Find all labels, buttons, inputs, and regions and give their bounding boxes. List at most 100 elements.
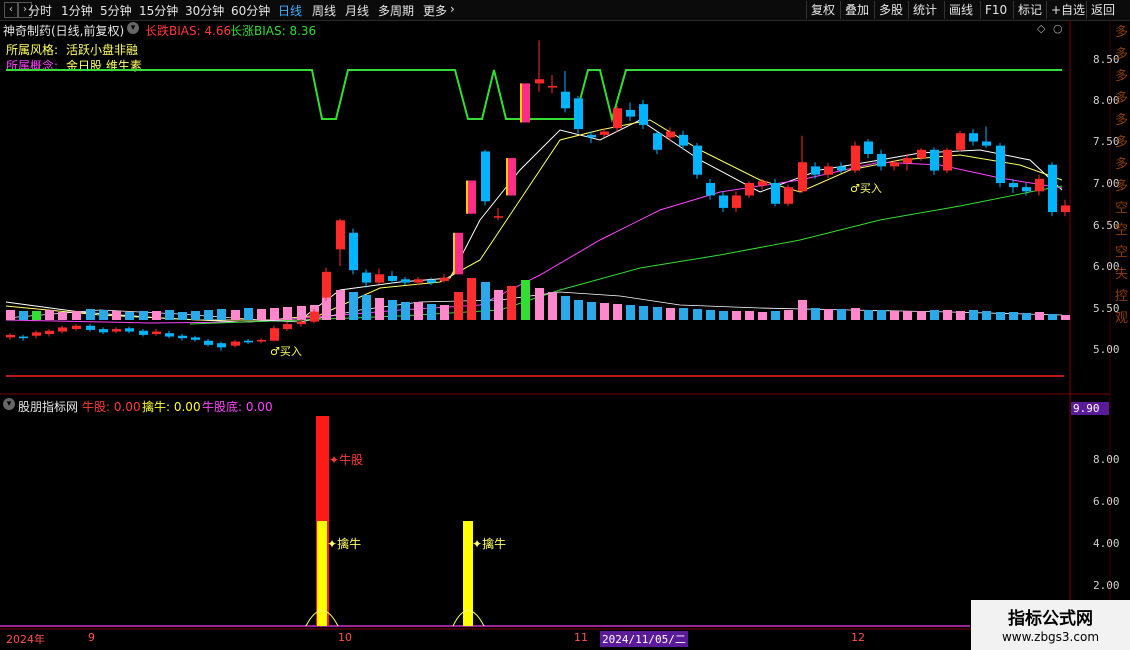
strip-char: 观 [1114,311,1128,326]
candle-body [693,145,702,175]
volume-bar [191,311,200,320]
volume-bar [152,311,161,320]
volume-bar [613,304,622,320]
volume-bar [454,292,463,320]
candle-body [1061,205,1070,213]
volume-bar [1061,315,1070,320]
limit-edge [453,232,455,275]
candle-body [349,232,358,271]
niu-tag: ✦牛股 [329,453,364,467]
volume-bar [375,298,384,320]
period-tab-fenshi[interactable]: 分时 [28,2,52,19]
volume-bar [639,306,648,320]
volume-bar [217,309,226,320]
volume-bar [1048,314,1057,320]
period-tab-5min[interactable]: 5分钟 [100,2,132,19]
more-chevron-icon[interactable]: › [450,2,455,16]
strip-char: 多 [1114,157,1128,172]
volume-bar [824,309,833,320]
volume-bar [877,310,886,320]
period-tab-1min[interactable]: 1分钟 [61,2,93,19]
candle-body [719,195,728,208]
volume-bar [864,310,873,320]
candle-body [1009,183,1018,188]
period-tab-daily[interactable]: 日线 [278,2,302,19]
volume-bar [930,310,939,320]
volume-bar [706,310,715,320]
period-tab-15min[interactable]: 15分钟 [139,2,178,19]
volume-bar [943,310,952,320]
moving-averages [5,119,1063,325]
f10-button[interactable]: F10 [980,1,1011,19]
cursor-value-badge: 9.90 [1071,402,1109,415]
candle-body [587,134,596,138]
volume-bar [45,310,54,320]
candle-body [771,183,780,204]
candle-body [574,98,583,130]
indicator-title[interactable]: 股朋指标网 [18,398,78,415]
candle-body [322,271,331,298]
volume-bar [178,312,187,320]
candle-body [19,336,28,339]
draw-line-button[interactable]: 画线 [944,1,977,19]
volume-bar [414,302,423,320]
volume-bar [521,280,530,320]
period-tab-more[interactable]: 更多 [423,2,447,19]
mark-button[interactable]: 标记 [1013,1,1046,19]
volume-bar [467,278,476,320]
statistics-button[interactable]: 统计 [908,1,941,19]
candle-body [732,195,741,208]
strip-char: 多 [1114,179,1128,194]
volume-bar [956,311,965,320]
candle-body [996,145,1005,183]
niu-value-label: 牛股: 0.00 [82,400,141,414]
period-tab-monthly[interactable]: 月线 [345,2,369,19]
kline-chart [0,20,1111,630]
candle-body [86,325,95,330]
volume-bar [679,308,688,320]
candle-body [758,181,767,186]
volume-bar [1009,312,1018,320]
candle-body [32,332,41,336]
volume-bar [86,309,95,320]
volume-bars [6,278,1070,320]
volume-bar [204,310,213,320]
volume-bar [297,306,306,320]
candle-body [837,166,846,171]
volume-bar [231,310,240,320]
period-tab-multi[interactable]: 多周期 [378,2,414,19]
candle-body [639,104,648,125]
period-tab-30min[interactable]: 30分钟 [185,2,224,19]
volume-bar [653,307,662,320]
volume-bar [362,295,371,320]
candle-body [125,328,134,332]
signal-step-line [6,69,1062,123]
candle-body [231,341,240,346]
buy-signal-2: ♂买入 [850,182,882,195]
candle-body [521,83,530,123]
volume-bar [19,311,28,320]
multi-stock-button[interactable]: 多股 [874,1,907,19]
return-button[interactable]: 返回 [1086,1,1119,19]
volume-bar [494,290,503,320]
candle-body [414,279,423,283]
volume-bar [890,311,899,320]
volume-bar [561,296,570,320]
volume-bar [1022,313,1031,320]
period-tab-60min[interactable]: 60分钟 [231,2,270,19]
period-tab-weekly[interactable]: 周线 [312,2,336,19]
di-value-label: 牛股底: 0.00 [202,400,273,414]
indicator-dropdown-icon[interactable]: ▾ [3,398,15,410]
date-label-month: 9 [88,631,95,644]
restore-rights-button[interactable]: 复权 [806,1,839,19]
candle-body [653,133,662,150]
candle-body [956,133,965,150]
add-favorite-button[interactable]: +自选 [1046,1,1089,19]
candle-body [481,151,490,202]
back-arrow-icon[interactable]: ‹ [4,2,18,18]
limit-edge [466,180,468,214]
overlay-button[interactable]: 叠加 [840,1,873,19]
strip-char: 空 [1114,201,1128,216]
ma-green-line [189,185,1063,325]
candle-body [165,333,174,337]
